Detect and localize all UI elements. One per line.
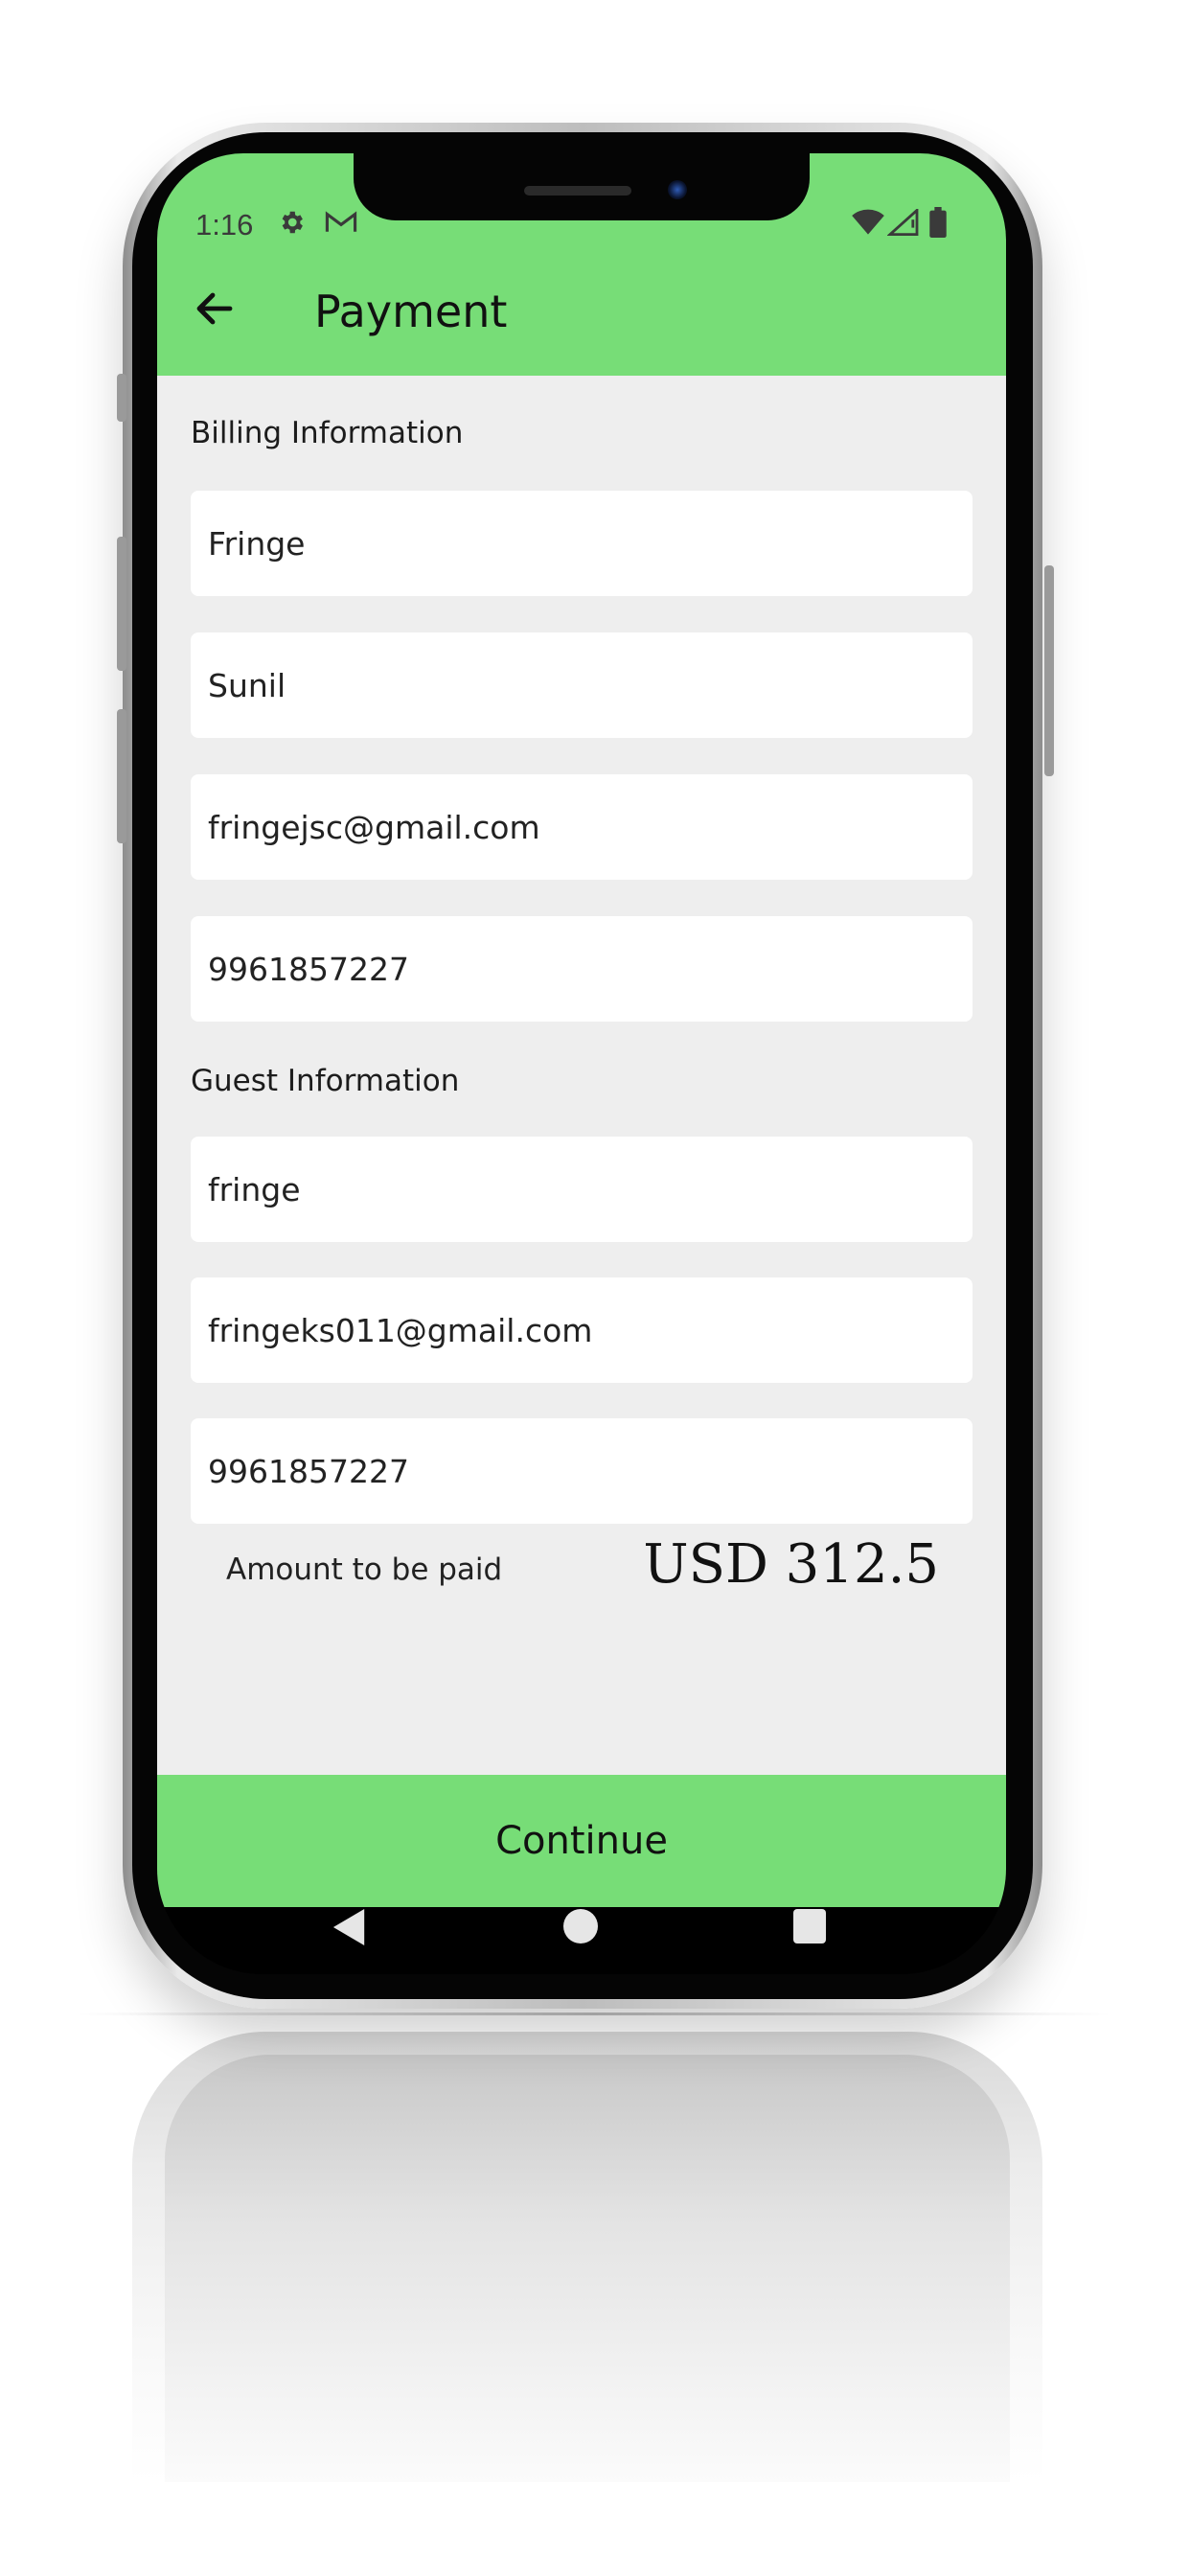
gear-icon [282,211,303,234]
billing-phone-field[interactable]: 9961857227 [191,916,973,1022]
billing-email-field[interactable]: fringejsc@gmail.com [191,774,973,880]
guest-email-field[interactable]: fringeks011@gmail.com [191,1277,973,1383]
billing-first-name-field[interactable]: Fringe [191,491,973,596]
phone-power-button [1044,565,1054,776]
phone-side-button [117,374,126,422]
phone-screen: 1:16 Payment Billing Information Fringe … [157,153,1006,1974]
earpiece-speaker [524,186,631,196]
wifi-icon [852,209,884,235]
signal-icon [887,209,919,236]
phone-volume-up-button [117,537,126,671]
system-nav-bar [157,1907,1006,1974]
nav-home-icon[interactable] [563,1909,598,1944]
guest-section-title: Guest Information [191,1064,460,1098]
status-time: 1:16 [195,208,254,242]
battery-icon [929,207,947,238]
nav-back-icon[interactable] [332,1907,368,1947]
amount-label: Amount to be paid [226,1552,503,1587]
phone-reflection [132,2032,1042,2482]
guest-name-field[interactable]: fringe [191,1137,973,1242]
billing-last-name-field[interactable]: Sunil [191,632,973,738]
guest-phone-field[interactable]: 9961857227 [191,1418,973,1524]
continue-button[interactable]: Continue [157,1775,1006,1907]
nav-recents-icon[interactable] [793,1909,826,1944]
front-camera [668,180,687,199]
arrow-left-icon[interactable] [192,286,238,332]
phone-volume-down-button [117,709,126,843]
amount-value: USD 312.5 [643,1533,939,1596]
floor-shadow [77,2012,1111,2015]
billing-section-title: Billing Information [191,416,464,450]
page-title: Payment [314,286,508,337]
phone-notch [354,153,810,220]
gmail-icon [325,211,357,232]
